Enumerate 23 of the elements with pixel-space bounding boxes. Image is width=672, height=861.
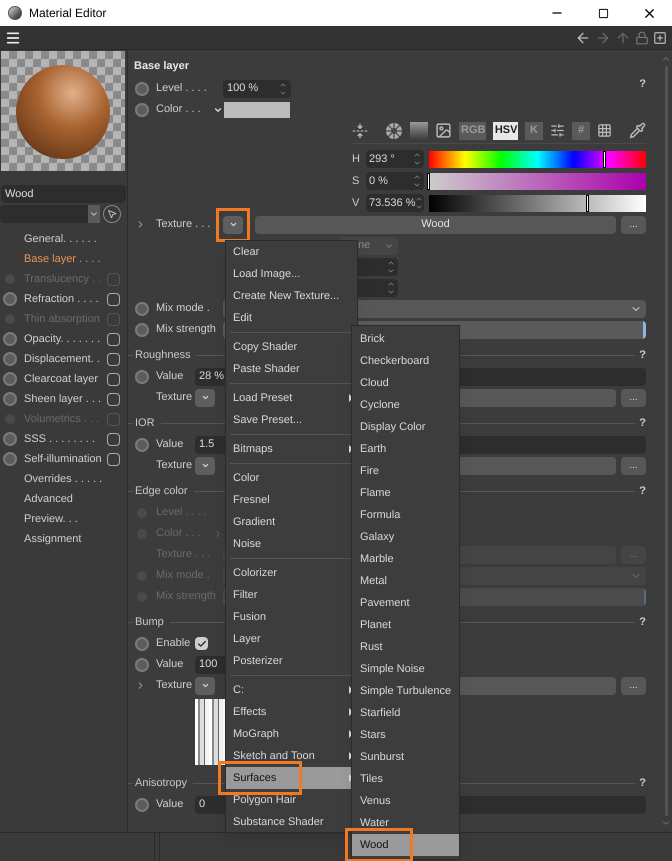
section-title: Bump [134,614,165,630]
parameter-label: Texture . . . [156,217,212,232]
channel-label: S [352,174,360,189]
parameter-label: Color . . . [156,102,202,118]
section-title: Base layer [134,59,190,74]
parameter-label: Mix strength [156,322,217,338]
channel-label: H [352,152,361,167]
parameter-label: Value [156,657,184,672]
parameter-label: Texture [156,678,194,694]
parameter-label: Enable [156,636,192,652]
parameter-label: Mix mode . [156,301,211,316]
parameter-label: Value [156,369,184,384]
parameter-label: Level . . . . [156,81,208,96]
parameter-label: Texture [156,390,194,406]
channel-label: V [352,196,360,211]
parameter-label: Value [156,437,184,452]
section-title: Roughness [134,348,192,363]
section-title: Anisotropy [134,776,188,791]
section-title: IOR [134,416,156,431]
section-title: Edge color [134,484,189,499]
parameter-label: Texture [156,458,194,474]
window-title: Material Editor [29,5,106,22]
parameter-label: Value [156,797,184,812]
